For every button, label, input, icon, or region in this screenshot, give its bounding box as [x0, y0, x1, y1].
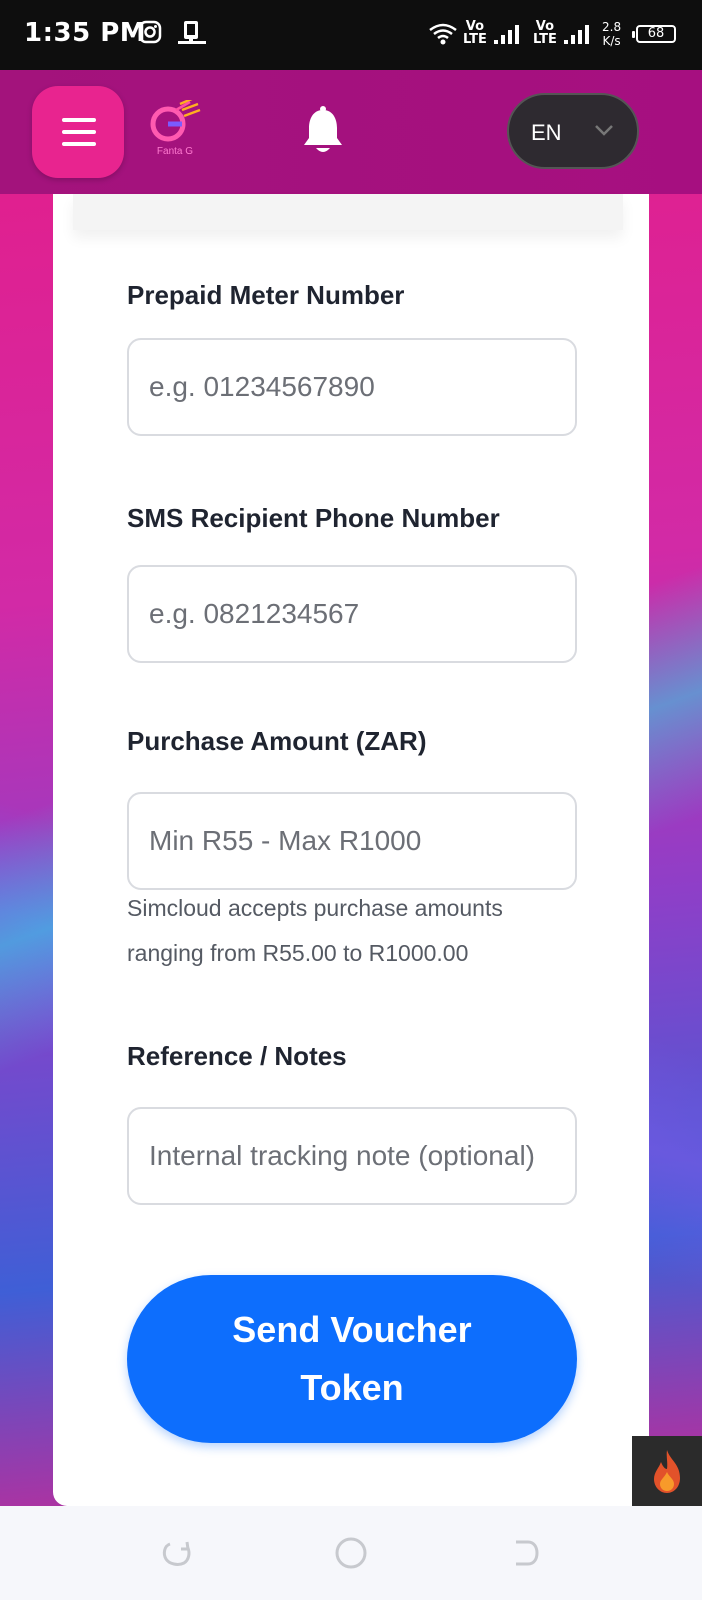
voucher-form-card: Prepaid Meter Number SMS Recipient Phone… — [53, 194, 649, 1506]
meter-number-label: Prepaid Meter Number — [127, 280, 405, 310]
fire-icon — [654, 1450, 680, 1493]
purchase-amount-label: Purchase Amount (ZAR) — [127, 726, 427, 756]
wifi-icon — [429, 23, 457, 45]
phone-number-label: SMS Recipient Phone Number — [127, 503, 500, 533]
network-type-2-bottom: LTE — [533, 32, 557, 47]
menu-button[interactable] — [32, 86, 124, 178]
menu-icon-bar-2 — [62, 130, 96, 134]
device-icon — [178, 21, 206, 44]
send-voucher-button[interactable]: Send Voucher Token — [127, 1275, 577, 1443]
reference-notes-input[interactable] — [127, 1107, 577, 1205]
language-selector[interactable]: EN — [507, 93, 639, 169]
floating-action-button[interactable] — [632, 1436, 702, 1506]
purchase-amount-helper: Simcloud accepts purchase amounts rangin… — [127, 895, 503, 966]
app-header: Fanta G EN — [0, 70, 702, 196]
recents-icon[interactable] — [508, 1536, 542, 1570]
card-top-strip — [73, 194, 623, 230]
meter-number-input[interactable] — [127, 338, 577, 436]
language-label: EN — [531, 120, 562, 145]
back-icon[interactable] — [160, 1536, 194, 1570]
network-speed-value: 2.8 — [602, 20, 622, 34]
menu-icon-bar-1 — [62, 118, 96, 122]
network-speed: 2.8 K/s — [602, 20, 621, 48]
home-icon[interactable] — [334, 1536, 368, 1570]
menu-icon-bar-3 — [62, 142, 96, 146]
reference-notes-label: Reference / Notes — [127, 1041, 347, 1071]
signal-icon — [494, 25, 519, 44]
network-type-1-bottom: LTE — [463, 32, 487, 47]
purchase-amount-input[interactable] — [127, 792, 577, 890]
status-time: 1:35 PM — [24, 18, 147, 48]
status-bar: 1:35 PM Vo LTE Vo LTE 2.8 K/s 68 — [0, 0, 702, 70]
signal-icon-2 — [564, 25, 589, 44]
chevron-down-icon — [595, 125, 613, 136]
system-nav-bar — [0, 1506, 702, 1600]
brand-logo-text: Fanta G — [156, 146, 194, 157]
phone-number-input[interactable] — [127, 565, 577, 663]
network-speed-unit: K/s — [602, 34, 621, 48]
instagram-icon — [138, 20, 162, 44]
bell-icon[interactable] — [300, 106, 346, 156]
network-type-1: Vo LTE — [463, 20, 487, 46]
network-type-2: Vo LTE — [533, 20, 557, 46]
battery-indicator: 68 — [632, 25, 676, 43]
